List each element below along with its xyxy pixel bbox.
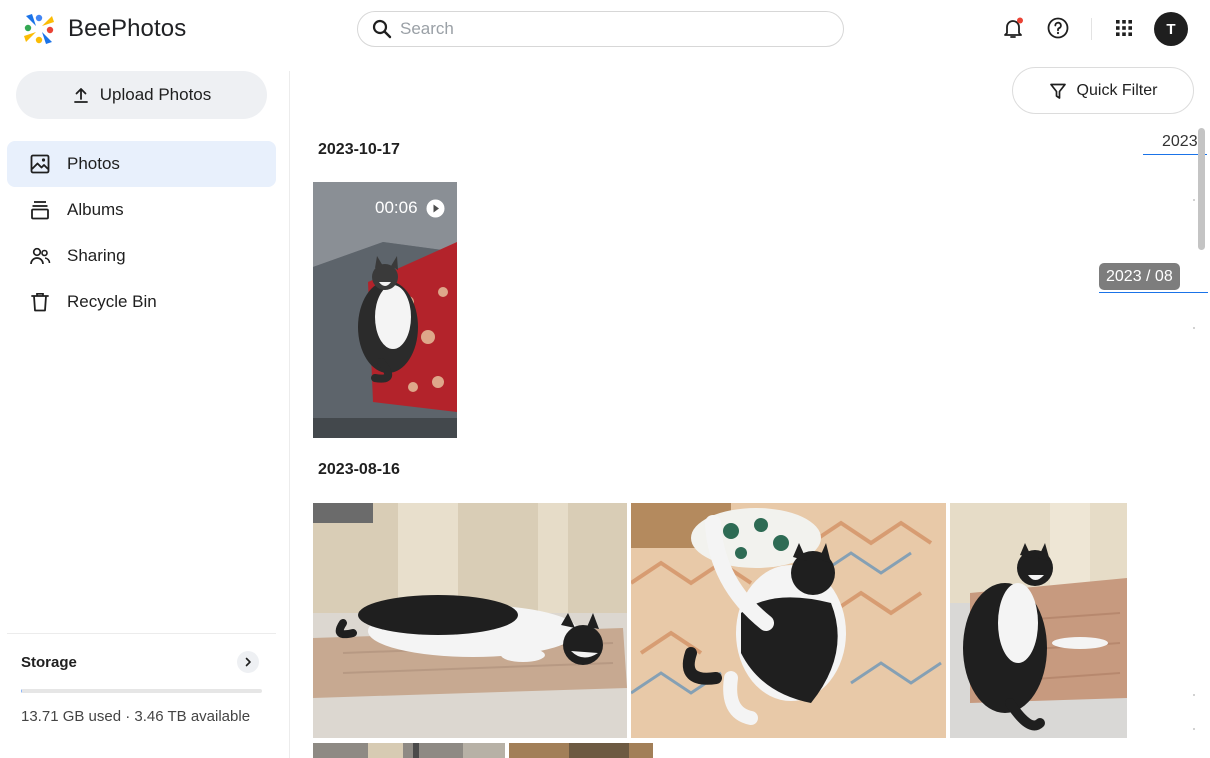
video-duration-badge: 00:06: [375, 198, 445, 218]
photo-thumbnail[interactable]: [950, 503, 1127, 738]
apps-button[interactable]: [1110, 14, 1138, 42]
photo-thumbnail[interactable]: [313, 743, 505, 758]
notifications-button[interactable]: [999, 14, 1027, 42]
date-heading: 2023-08-16: [318, 461, 400, 478]
video-thumbnail[interactable]: [313, 182, 457, 438]
sidebar-item-label: Albums: [67, 200, 124, 219]
photo-thumbnail[interactable]: [313, 503, 627, 738]
scrollbar-thumb[interactable]: [1198, 128, 1205, 250]
storage-progress-fill: [21, 689, 22, 693]
photo-preview-image: [509, 743, 653, 758]
scrubber-year-label: 2023: [1162, 133, 1198, 150]
quick-filter-label: Quick Filter: [1076, 81, 1158, 99]
apps-grid-icon: [1116, 20, 1132, 36]
video-preview-image: [313, 182, 457, 438]
search-input[interactable]: [400, 19, 820, 39]
app-name: BeePhotos: [68, 15, 187, 42]
scrubber-tick: [1193, 694, 1195, 696]
scrubber-tick: [1193, 327, 1195, 329]
storage-expand-button[interactable]: [237, 651, 259, 673]
user-avatar[interactable]: T: [1154, 12, 1188, 46]
photo-preview-image: [631, 503, 946, 738]
sidebar-item-recycle-bin[interactable]: Recycle Bin: [7, 279, 276, 325]
play-icon: [426, 199, 445, 217]
storage-usage-text: 13.71 GB used · 3.46 TB available: [21, 708, 251, 725]
sidebar-item-label: Sharing: [67, 246, 126, 265]
search-bar[interactable]: [357, 11, 844, 47]
quick-filter-button[interactable]: Quick Filter: [1012, 67, 1194, 114]
scrubber-tick: [1193, 199, 1195, 201]
sidebar-item-label: Recycle Bin: [67, 292, 157, 311]
storage-title: Storage: [21, 654, 77, 671]
trash-icon: [31, 292, 49, 312]
sidebar-item-label: Photos: [67, 154, 120, 173]
people-icon: [30, 247, 51, 265]
photo-preview-image: [950, 503, 1127, 738]
sidebar-item-albums[interactable]: Albums: [7, 187, 276, 233]
storage-divider: [7, 633, 276, 634]
albums-icon: [31, 201, 49, 220]
bell-icon: [1004, 17, 1023, 38]
header-divider: [1091, 18, 1092, 40]
upload-icon: [73, 88, 88, 103]
sidebar-item-sharing[interactable]: Sharing: [7, 233, 276, 279]
help-icon: [1047, 17, 1069, 39]
sidebar-nav: Photos Albums Sharing Recycle Bin: [7, 141, 276, 325]
upload-photos-button[interactable]: Upload Photos: [16, 71, 267, 119]
scrubber-tick: [1193, 728, 1195, 730]
photo-thumbnail[interactable]: [631, 503, 946, 738]
help-button[interactable]: [1044, 14, 1072, 42]
filter-icon: [1049, 83, 1066, 99]
chevron-right-icon: [245, 657, 251, 667]
search-icon: [372, 19, 392, 39]
app-logo[interactable]: BeePhotos: [22, 12, 186, 46]
sidebar-item-photos[interactable]: Photos: [7, 141, 276, 187]
video-duration: 00:06: [375, 198, 418, 217]
storage-progress-bar: [21, 689, 262, 693]
sidebar-divider: [289, 71, 290, 758]
bee-logo-icon: [24, 14, 54, 44]
photo-preview-image: [313, 743, 505, 758]
upload-photos-label: Upload Photos: [99, 85, 212, 104]
scrubber-current-date[interactable]: 2023 / 08: [1099, 263, 1180, 290]
scrubber-position-marker: [1099, 292, 1208, 293]
photo-thumbnail[interactable]: [509, 743, 653, 758]
date-heading: 2023-10-17: [318, 141, 400, 158]
photo-icon: [30, 154, 50, 174]
photo-preview-image: [313, 503, 627, 738]
